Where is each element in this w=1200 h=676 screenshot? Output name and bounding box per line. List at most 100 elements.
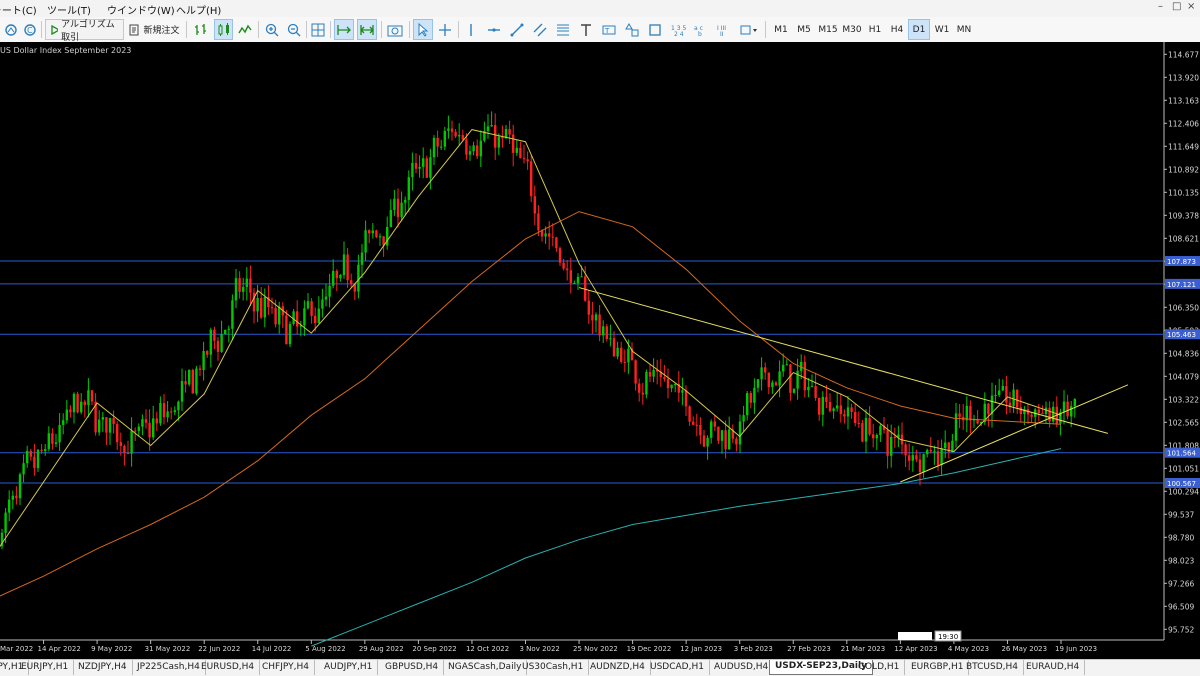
menu-tools[interactable]: ツール(T) (47, 2, 91, 17)
candle-body (332, 270, 335, 286)
close-icon[interactable]: × (1187, 1, 1195, 12)
candle-body (90, 390, 94, 402)
timeframe-h4[interactable]: H4 (886, 19, 908, 40)
horizontal-line-icon[interactable] (485, 19, 503, 40)
more-tools-icon[interactable] (738, 19, 760, 40)
chart-tab[interactable]: NGASCash,Daily (443, 660, 528, 675)
shapes-icon[interactable] (623, 19, 641, 40)
chart-tab[interactable]: GBPUSD,H4 (380, 660, 445, 675)
vertical-line-icon[interactable] (462, 19, 480, 40)
price-tick-label: 95.752 (1168, 625, 1194, 634)
screenshot-icon[interactable] (385, 19, 405, 40)
cursor-icon[interactable] (413, 19, 433, 40)
zoom-out-icon[interactable] (285, 19, 303, 40)
candle-body (105, 417, 108, 433)
candle-body (490, 125, 493, 127)
abc-wave-icon[interactable]: a cb (692, 19, 712, 40)
chart-tab[interactable]: EURAUD,H4 (1021, 660, 1086, 675)
candle-body (746, 393, 749, 416)
date-tick-label: 25 Nov 2022 (573, 645, 618, 653)
timeframe-m1[interactable]: M1 (770, 19, 792, 40)
candle-body (778, 371, 781, 386)
timeframe-m5[interactable]: M5 (793, 19, 815, 40)
elliott-wave-icon[interactable]: 1 3 52 4 (669, 19, 689, 40)
channel-icon[interactable] (531, 19, 549, 40)
line-chart-icon[interactable] (236, 19, 254, 40)
timeframe-w1[interactable]: W1 (931, 19, 953, 40)
chart-tab[interactable]: US30Cash,H1 (517, 660, 590, 675)
menu-window[interactable]: ウインドウ(W) (107, 2, 175, 17)
candle-body (288, 323, 292, 345)
timeframe-mn[interactable]: MN (953, 19, 975, 40)
new-chart-icon[interactable] (2, 19, 20, 40)
wave-iii-icon[interactable]: I III II (715, 19, 735, 40)
candle-body (1037, 409, 1040, 414)
candle-body (857, 423, 860, 425)
chart-tab[interactable]: EURGBP,H1 (906, 660, 970, 675)
fibonacci-icon[interactable] (554, 19, 572, 40)
candle-body (548, 233, 551, 237)
chart-tab[interactable]: BTCUSD,H4 (961, 660, 1025, 675)
date-tick-label: 14 Jul 2022 (252, 645, 292, 653)
price-tick-label: 108.621 (1168, 234, 1199, 243)
timeframe-h1[interactable]: H1 (864, 19, 886, 40)
trendline-icon[interactable] (508, 19, 526, 40)
algo-trading-button[interactable]: アルゴリズム取引 (45, 19, 124, 43)
crosshair-icon[interactable] (436, 19, 454, 40)
text-icon[interactable] (577, 19, 595, 40)
timeframe-m15[interactable]: M15 (816, 19, 840, 40)
candlestick-icon[interactable] (214, 19, 233, 40)
candle-body (134, 430, 137, 432)
candle-body (530, 161, 533, 197)
candle-body (825, 396, 828, 403)
chart-tab[interactable]: EURJPY,H1 (16, 660, 75, 675)
new-order-button[interactable]: 新規注文 (127, 19, 182, 40)
candle-body (69, 409, 72, 413)
candle-body (486, 126, 490, 131)
chart-tab[interactable]: EURUSD,H4 (196, 660, 261, 675)
candle-body (717, 426, 720, 441)
candle-body (1066, 401, 1069, 417)
chart-tab[interactable]: AUDUSD,H4 (709, 660, 775, 675)
menu-help[interactable]: ヘルプ(H) (176, 2, 221, 17)
candle-body (173, 410, 176, 413)
refresh-icon[interactable]: C (21, 19, 39, 40)
bar-chart-icon[interactable] (192, 19, 210, 40)
minimize-icon[interactable]: – (1158, 1, 1163, 12)
candle-body (465, 139, 468, 155)
chart-tab[interactable]: USDCAD,H1 (645, 660, 710, 675)
chart-tab[interactable]: NZDJPY,H4 (73, 660, 133, 675)
candle-body (918, 459, 922, 473)
price-chart[interactable]: US Dollar Index September 2023 114.677 113… (0, 42, 1200, 659)
chart-tab[interactable]: JP225Cash,H4 (132, 660, 206, 675)
candle-body (854, 411, 857, 424)
chart-tab[interactable]: CHFJPY,H4 (257, 660, 315, 675)
restore-icon[interactable]: □ (1172, 1, 1181, 12)
chart-tab[interactable]: AUDNZD,H4 (585, 660, 651, 675)
label-icon[interactable]: T (600, 19, 618, 40)
menu-chart[interactable]: チャート(C) (0, 2, 37, 17)
candle-body (933, 451, 936, 453)
chart-title: US Dollar Index September 2023 (0, 46, 131, 55)
tile-windows-icon[interactable] (309, 19, 327, 40)
zoom-in-icon[interactable] (263, 19, 281, 40)
candle-body (58, 424, 61, 443)
date-tick-label: 12 Oct 2022 (466, 645, 509, 653)
menu-bar: チャート(C) ツール(T) ウインドウ(W) ヘルプ(H) – □ × (0, 0, 1200, 18)
timeframe-d1[interactable]: D1 (908, 19, 930, 40)
chart-tab[interactable]: AUDJPY,H1 (319, 660, 379, 675)
chart-tab[interactable]: GOLD,H1 (853, 660, 906, 675)
candle-body (742, 415, 745, 422)
candle-body (393, 198, 396, 211)
candle-body (260, 297, 263, 318)
rectangle-icon[interactable] (646, 19, 664, 40)
candle-body (346, 254, 349, 281)
autoscroll-icon[interactable] (334, 19, 354, 40)
candle-body (695, 424, 698, 426)
candle-body (681, 390, 684, 393)
chart-shift-icon[interactable] (357, 19, 377, 40)
timeframe-m30[interactable]: M30 (840, 19, 864, 40)
candle-body (137, 426, 140, 432)
candle-body (519, 147, 522, 159)
candle-body (908, 455, 911, 461)
